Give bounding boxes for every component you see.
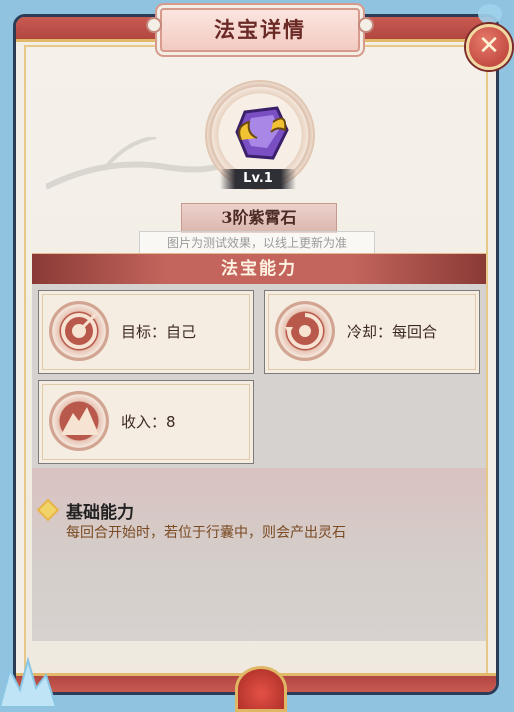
diamond-bullet-icon (36, 498, 60, 522)
bottom-ornament (235, 666, 287, 712)
title-right-ornament (358, 17, 374, 33)
ice-crystal-decoration (0, 656, 58, 707)
ability-card-target: 目标：自己 (38, 290, 254, 374)
ability-label: 目标：自己 (121, 323, 197, 341)
dialog-title: 法宝详情 (160, 8, 360, 52)
basic-ability-description: 每回合开始时，若位于行囊中，则会产出灵石 (66, 525, 346, 541)
close-icon: ✕ (478, 31, 500, 61)
ability-label: 冷却：每回合 (347, 323, 438, 341)
test-notice: 图片为测试效果，以线上更新为准 (139, 231, 375, 255)
basic-ability-section: 基础能力 每回合开始时，若位于行囊中，则会产出灵石 (32, 468, 486, 640)
close-button[interactable]: ✕ (466, 24, 512, 70)
cooldown-icon (275, 301, 335, 361)
ability-label: 收入：8 (121, 413, 176, 431)
mountain-icon (49, 391, 109, 451)
ability-card-cooldown: 冷却：每回合 (264, 290, 480, 374)
target-icon (49, 301, 109, 361)
item-level: Lv.1 (220, 169, 296, 189)
item-name: 3阶紫霄石 (181, 203, 337, 233)
basic-ability-title: 基础能力 (66, 503, 134, 523)
cloud-decoration (478, 4, 502, 24)
title-left-ornament (146, 17, 162, 33)
ability-card-income: 收入：8 (38, 380, 254, 464)
ability-section-title: 法宝能力 (32, 253, 486, 285)
